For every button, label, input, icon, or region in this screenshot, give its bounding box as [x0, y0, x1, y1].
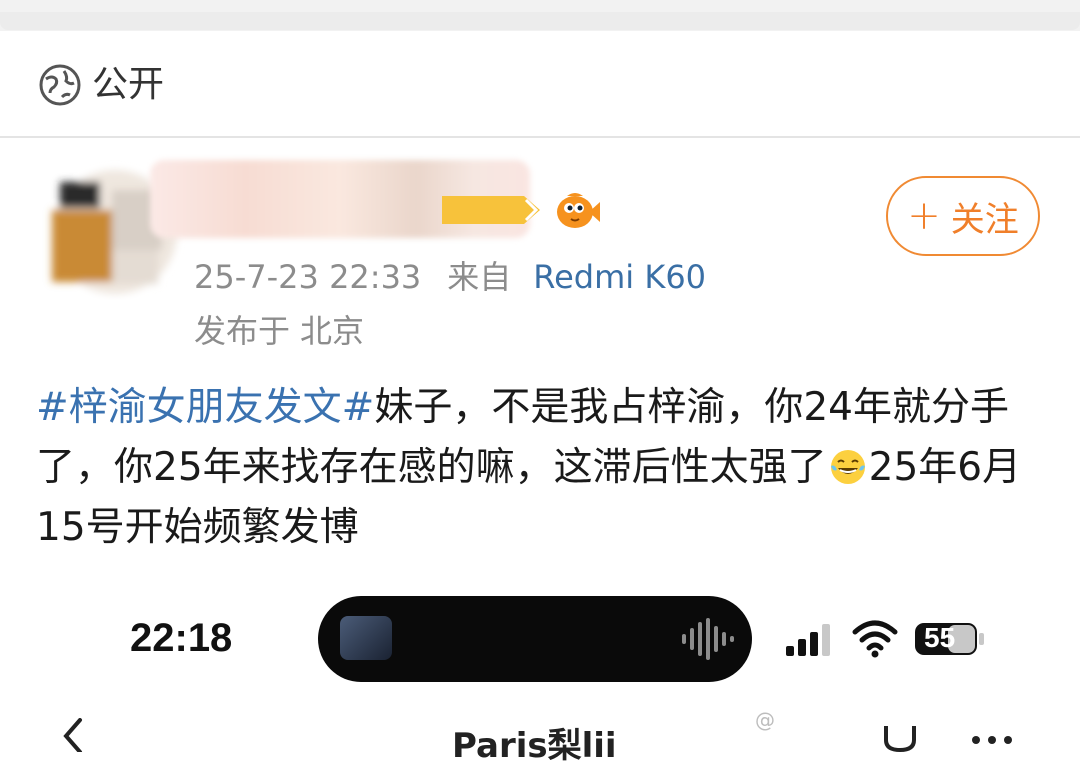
top-separator — [0, 0, 1080, 31]
wifi-icon — [852, 620, 898, 658]
profile-icon[interactable] — [880, 722, 920, 752]
battery-level: 55 — [924, 622, 956, 653]
plus-icon: + — [907, 193, 941, 239]
device-link[interactable]: Redmi K60 — [533, 258, 706, 296]
source-label: 来自 — [447, 258, 512, 296]
waveform-icon — [682, 618, 734, 660]
location-value: 北京 — [300, 312, 365, 350]
level-badge-icon — [442, 196, 540, 224]
follow-label: 关注 — [950, 199, 1019, 240]
album-art-icon — [340, 616, 392, 660]
watermark: @ — [755, 708, 775, 732]
visibility-label[interactable]: 公开 — [92, 63, 164, 107]
follow-button[interactable]: + 关注 — [886, 176, 1040, 256]
post-datetime: 25-7-23 22:33 — [194, 258, 422, 296]
embedded-header-title: Paris梨lii — [452, 726, 617, 766]
battery-indicator: 55 — [914, 620, 986, 658]
fish-icon — [557, 193, 600, 228]
hashtag-link[interactable]: #梓渝女朋友发文# — [36, 385, 374, 430]
embedded-status-time: 22:18 — [130, 616, 233, 660]
laugh-cry-emoji — [830, 450, 865, 484]
post-meta: 25-7-23 22:33 来自 Redmi K60 — [194, 252, 706, 298]
back-chevron-icon[interactable] — [58, 718, 94, 752]
location-label: 发布于 — [194, 312, 291, 350]
signal-icon — [786, 624, 830, 656]
more-dots-icon[interactable] — [970, 730, 1014, 750]
post-location: 发布于 北京 — [194, 306, 364, 352]
globe-icon — [39, 64, 81, 106]
post-body: #梓渝女朋友发文#妹子，不是我占梓渝，你24年就分手了，你25年来找存在感的嘛，… — [36, 378, 1056, 558]
